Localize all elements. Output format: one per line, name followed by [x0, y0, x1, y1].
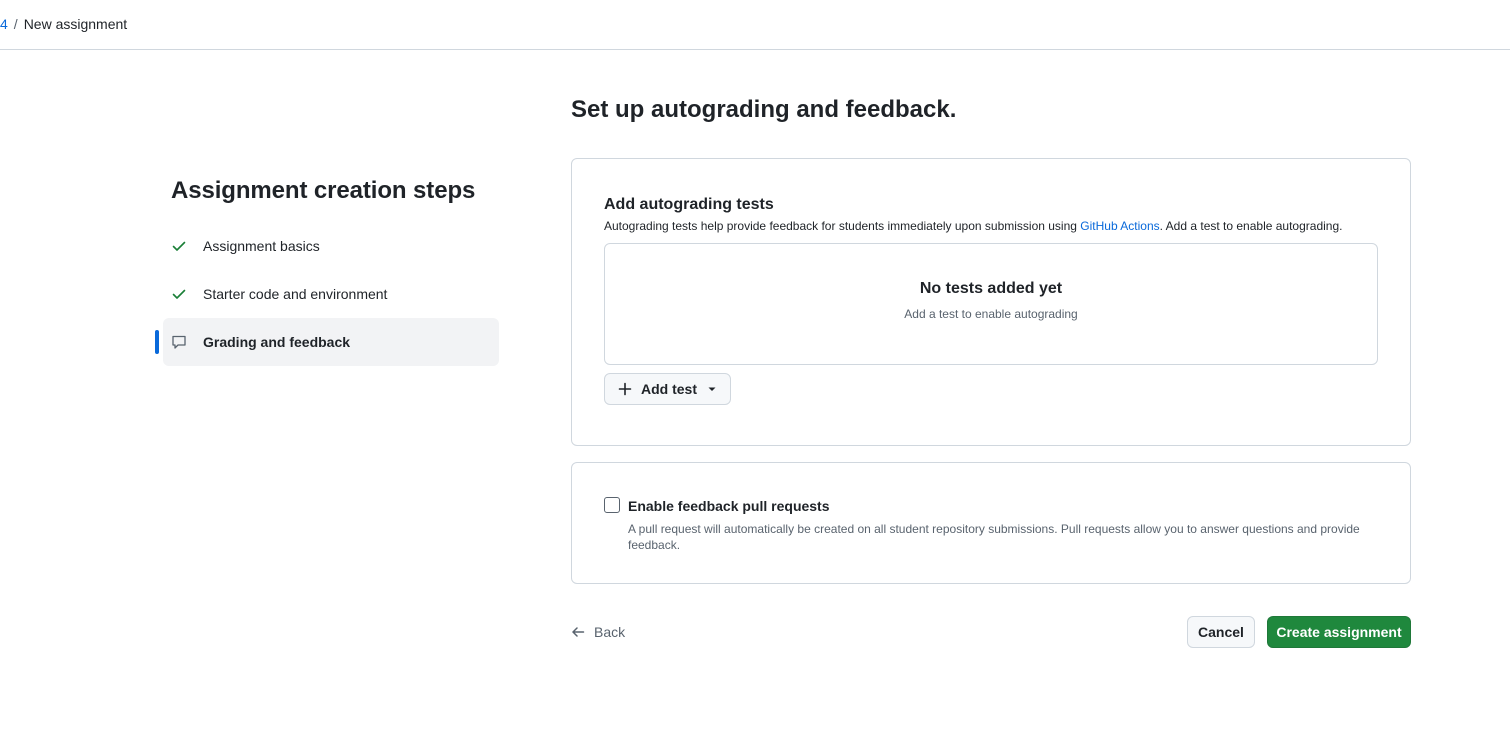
check-icon	[171, 286, 187, 302]
create-assignment-button[interactable]: Create assignment	[1267, 616, 1411, 648]
plus-icon	[618, 382, 632, 396]
step-label: Starter code and environment	[203, 286, 388, 302]
empty-state-title: No tests added yet	[919, 280, 1063, 297]
active-step-marker	[155, 330, 159, 354]
steps-title: Assignment creation steps	[171, 177, 476, 204]
step-assignment-basics[interactable]: Assignment basics	[163, 222, 499, 270]
tests-description-text: Autograding tests help provide feedback …	[604, 219, 1081, 233]
arrow-left-icon	[571, 625, 585, 639]
feedback-pull-requests-card: Enable feedback pull requests A pull req…	[571, 462, 1411, 584]
step-starter-code[interactable]: Starter code and environment	[163, 270, 499, 318]
autograding-tests-card: Add autograding tests Autograding tests …	[571, 158, 1411, 446]
github-actions-link[interactable]: GitHub Actions	[1080, 219, 1159, 233]
caret-down-icon	[707, 384, 717, 394]
cancel-button[interactable]: Cancel	[1187, 616, 1255, 648]
empty-state-subtitle: Add a test to enable autograding	[904, 307, 1078, 321]
add-test-button[interactable]: Add test	[604, 373, 731, 405]
back-label: Back	[594, 624, 626, 640]
tests-empty-state: No tests added yet Add a test to enable …	[604, 243, 1378, 365]
breadcrumb-current: New assignment	[23, 16, 128, 32]
top-bar: 4 / New assignment	[0, 0, 1510, 50]
step-grading-feedback[interactable]: Grading and feedback	[163, 318, 499, 366]
breadcrumb-parent-link[interactable]: 4	[0, 15, 8, 33]
tests-heading: Add autograding tests	[604, 196, 774, 213]
step-label: Grading and feedback	[203, 334, 351, 350]
feedback-pr-label[interactable]: Enable feedback pull requests	[628, 498, 830, 514]
feedback-pr-checkbox[interactable]	[604, 497, 620, 513]
add-test-label: Add test	[641, 381, 697, 397]
comment-icon	[171, 334, 187, 350]
check-icon	[171, 238, 187, 254]
page-title: Set up autograding and feedback.	[571, 96, 957, 123]
feedback-pr-description: A pull request will automatically be cre…	[628, 522, 1360, 552]
back-button[interactable]: Back	[571, 622, 625, 642]
breadcrumb-separator: /	[13, 16, 18, 32]
tests-description-text-end: . Add a test to enable autograding.	[1159, 219, 1343, 233]
breadcrumb: 4 / New assignment	[0, 15, 127, 33]
tests-description: Autograding tests help provide feedback …	[604, 218, 1342, 234]
step-label: Assignment basics	[203, 238, 320, 254]
